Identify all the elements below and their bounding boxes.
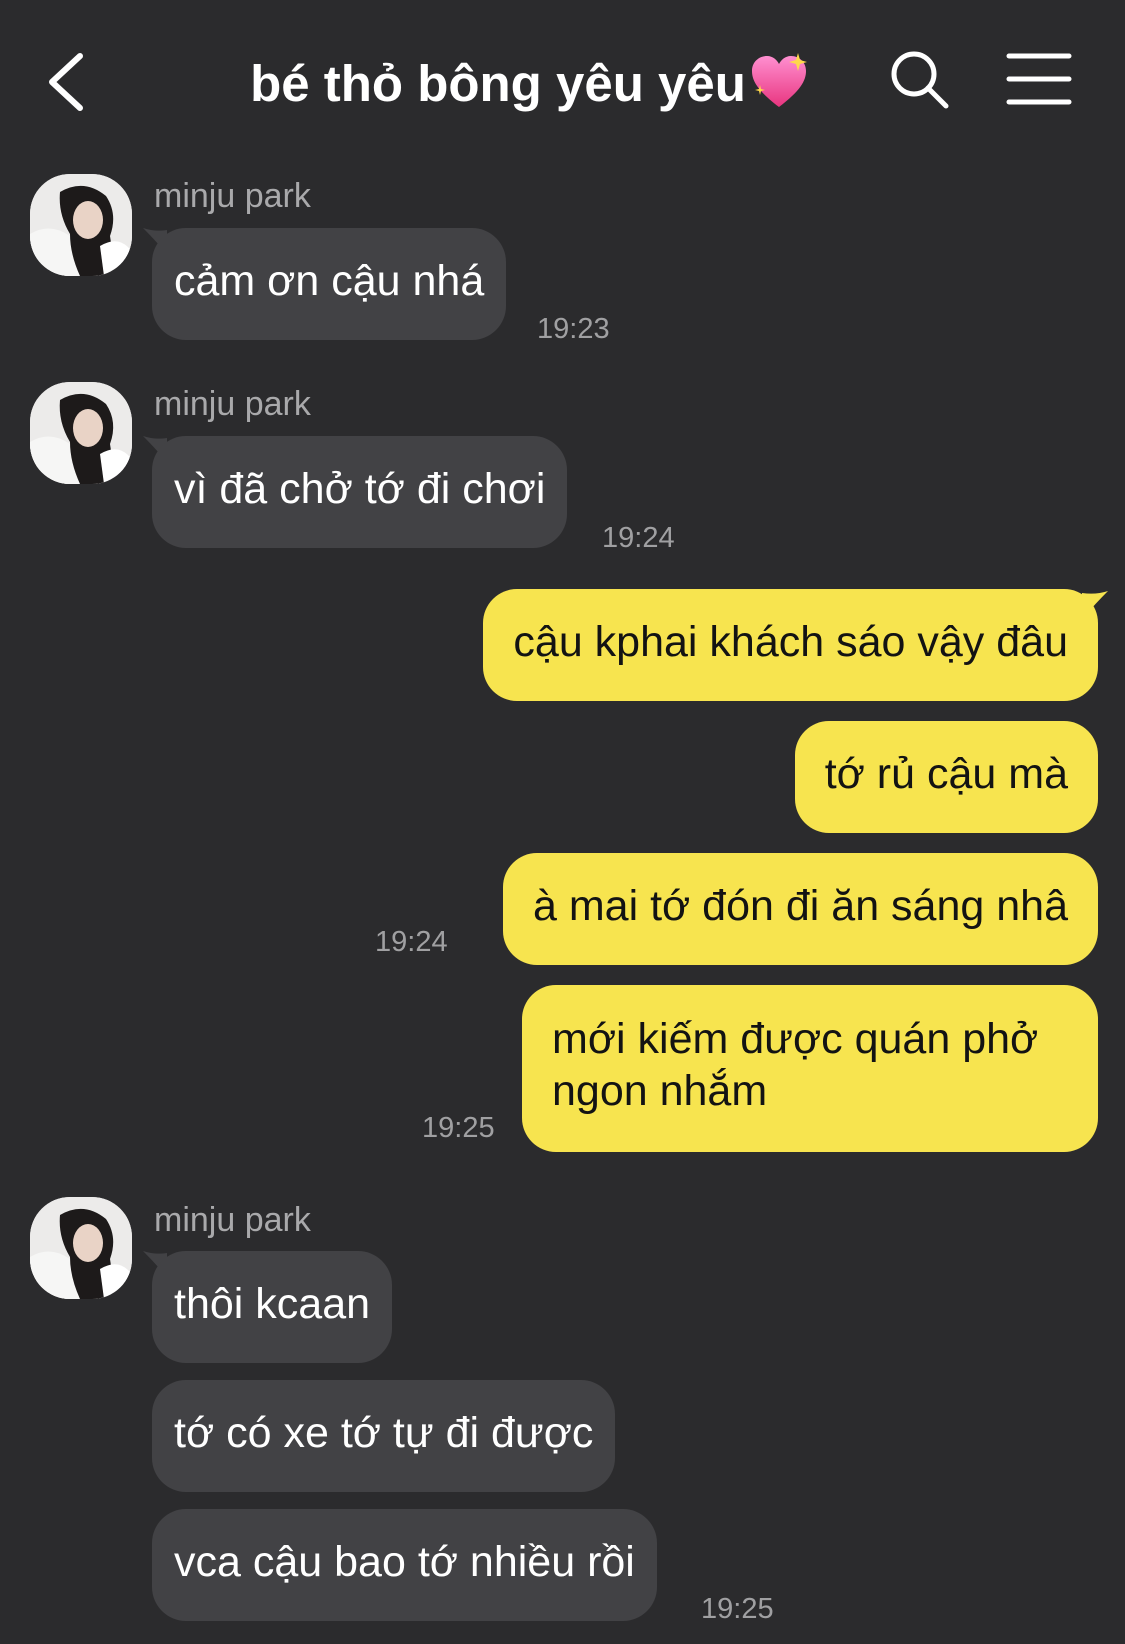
message-bubble-incoming[interactable]: thôi kcaan: [152, 1251, 393, 1363]
avatar[interactable]: [30, 382, 132, 484]
chevron-left-icon: [49, 53, 83, 111]
hamburger-menu-icon: [1006, 53, 1072, 105]
sender-name: minju park: [154, 1201, 311, 1239]
message-bubble-outgoing[interactable]: tớ rủ cậu mà: [794, 721, 1098, 833]
message-bubble-incoming[interactable]: tớ có xe tớ tự đi được: [152, 1380, 616, 1492]
message-bubble-incoming[interactable]: vca cậu bao tớ nhiều rồi: [152, 1509, 657, 1621]
message-time: 19:25: [701, 1593, 774, 1625]
sender-name: minju park: [154, 385, 311, 423]
chat-title-text: bé thỏ bông yêu yêu: [250, 55, 746, 112]
sparkling-heart-icon: [751, 52, 807, 107]
chat-header: bé thỏ bông yêu yêu: [0, 0, 1125, 160]
message-bubble-outgoing[interactable]: cậu kphai khách sáo vậy đâu: [483, 589, 1098, 701]
search-button[interactable]: [888, 48, 952, 112]
message-bubble-incoming[interactable]: vì đã chở tớ đi chơi: [152, 436, 568, 548]
back-button[interactable]: [40, 42, 100, 122]
search-icon: [891, 51, 949, 109]
message-bubble-incoming[interactable]: cảm ơn cậu nhá: [152, 228, 507, 340]
sender-name: minju park: [154, 177, 311, 215]
chat-title: bé thỏ bông yêu yêu: [200, 44, 860, 124]
message-bubble-outgoing[interactable]: mới kiếm được quán phở ngon nhắm: [522, 985, 1098, 1152]
message-time: 19:23: [537, 313, 610, 345]
menu-button[interactable]: [1006, 50, 1072, 108]
message-time: 19:25: [422, 1112, 495, 1144]
message-bubble-outgoing[interactable]: à mai tớ đón đi ăn sáng nhâ: [502, 853, 1098, 965]
avatar[interactable]: [30, 174, 132, 276]
avatar[interactable]: [30, 1197, 132, 1299]
message-time: 19:24: [602, 522, 675, 554]
message-time: 19:24: [375, 926, 448, 958]
